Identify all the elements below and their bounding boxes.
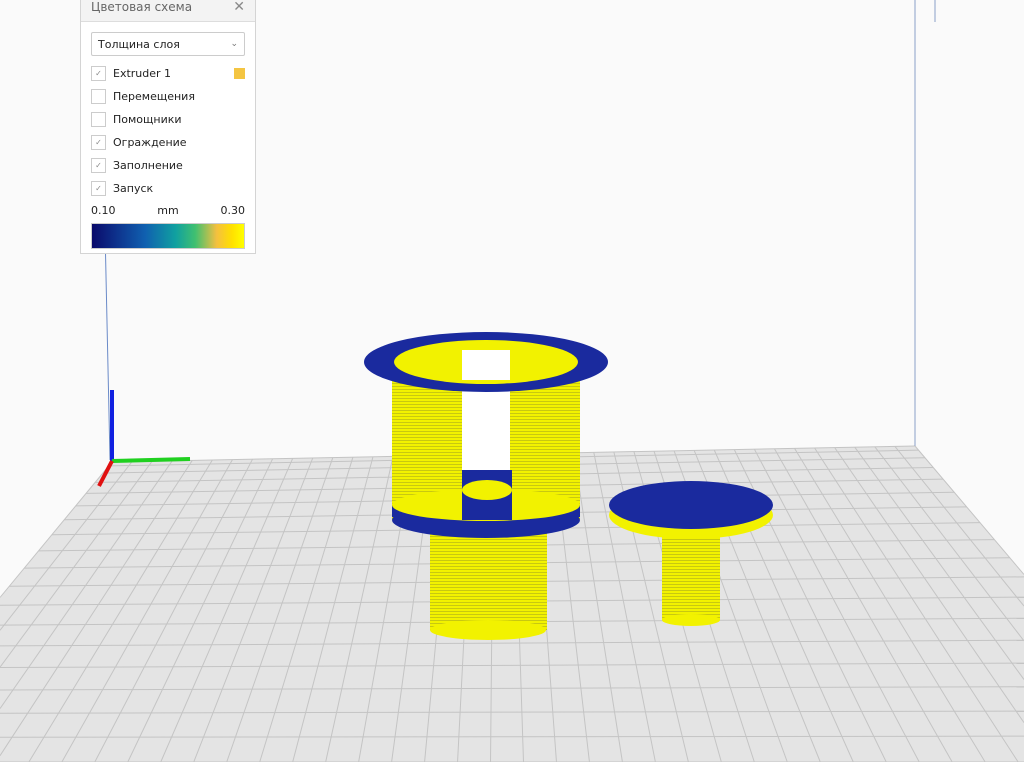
panel-title: Цветовая схема — [91, 0, 193, 14]
checkbox-row[interactable]: ✓ Ограждение — [81, 131, 255, 154]
legend-max: 0.30 — [220, 204, 246, 217]
checkbox[interactable] — [91, 112, 106, 127]
checkbox-label: Помощники — [113, 113, 182, 126]
app-window: Цветовая схема ✕ Толщина слоя ⌄ ✓ Extrude… — [0, 0, 1024, 762]
checkbox-row[interactable]: ✓ Запуск — [81, 177, 255, 200]
color-scheme-value: Толщина слоя — [98, 37, 180, 51]
checkbox-row[interactable]: Помощники — [81, 108, 255, 131]
checkbox-row[interactable]: Перемещения — [81, 85, 255, 108]
checkbox-row[interactable]: ✓ Заполнение — [81, 154, 255, 177]
checkbox-label: Заполнение — [113, 159, 183, 172]
close-icon[interactable]: ✕ — [233, 0, 245, 15]
checkbox[interactable]: ✓ — [91, 66, 106, 81]
checkbox-label: Перемещения — [113, 90, 195, 103]
checkbox-label: Ограждение — [113, 136, 187, 149]
legend-unit: mm — [157, 204, 179, 217]
panel-header: Цветовая схема ✕ — [81, 0, 255, 22]
extruder-color-swatch — [234, 68, 245, 79]
legend-scale: 0.10 mm 0.30 — [81, 200, 255, 217]
legend-min: 0.10 — [91, 204, 116, 217]
legend-gradient-bar — [91, 223, 245, 249]
color-scheme-panel: Цветовая схема ✕ Толщина слоя ⌄ ✓ Extrude… — [80, 0, 256, 254]
checkbox[interactable]: ✓ — [91, 135, 106, 150]
color-scheme-select[interactable]: Толщина слоя ⌄ — [91, 32, 245, 56]
checkbox-label: Запуск — [113, 182, 154, 195]
checkbox[interactable]: ✓ — [91, 158, 106, 173]
checkbox-label: Extruder 1 — [113, 67, 172, 80]
checkbox-row[interactable]: ✓ Extruder 1 — [81, 62, 255, 85]
chevron-down-icon: ⌄ — [230, 39, 238, 49]
checkbox[interactable] — [91, 89, 106, 104]
checkbox[interactable]: ✓ — [91, 181, 106, 196]
